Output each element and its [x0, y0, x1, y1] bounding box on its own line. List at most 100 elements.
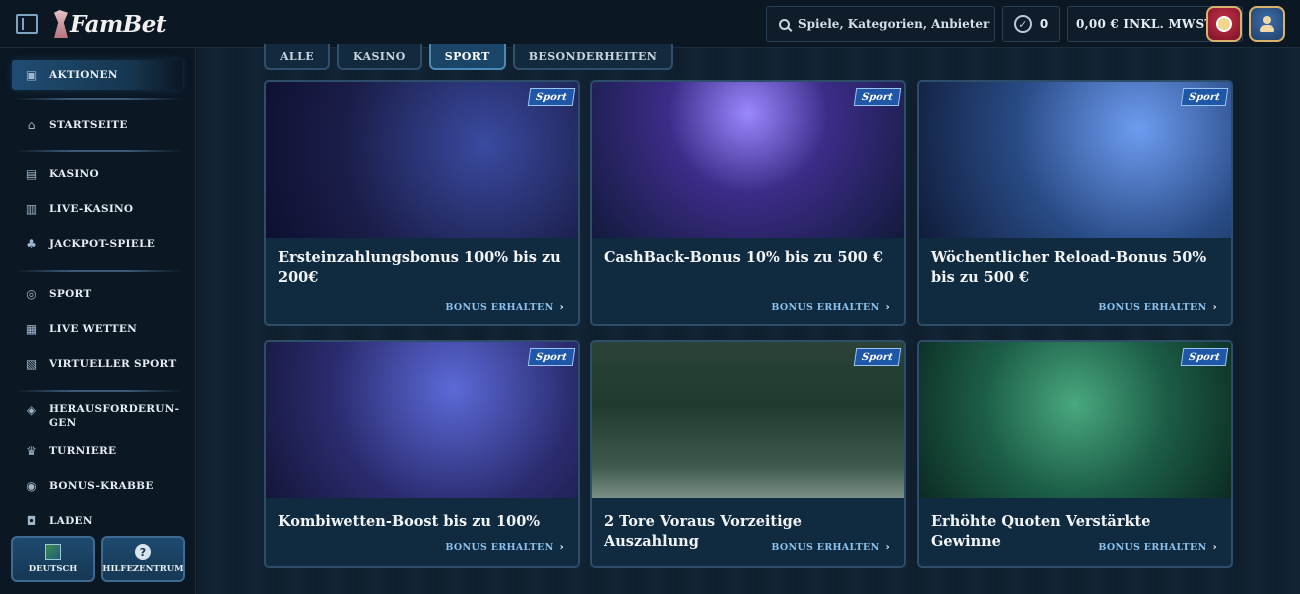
category-tabs: ALLE KASINO SPORT BESONDERHEITEN	[264, 44, 674, 70]
gift-icon: ▣	[25, 68, 38, 82]
sport-badge: Sport	[527, 88, 576, 106]
sidebar-item-sport[interactable]: ◎ SPORT	[12, 279, 182, 309]
chevron-right-icon: ›	[559, 542, 564, 553]
balance-text: 0,00 € INKL. MWST.	[1076, 17, 1217, 31]
challenge-icon: ◈	[26, 402, 37, 417]
cta-label: BONUS ERHALTEN	[771, 542, 880, 553]
promo-title: CashBack-Bonus 10% bis zu 500 €	[604, 249, 883, 266]
language-button[interactable]: DEUTSCH	[11, 536, 95, 582]
sidebar-item-startseite[interactable]: ⌂ STARTSEITE	[12, 110, 182, 140]
language-label: DEUTSCH	[28, 564, 78, 574]
virtual-icon: ▧	[25, 357, 38, 371]
live-icon: ▦	[25, 322, 38, 336]
get-bonus-link[interactable]: BONUS ERHALTEN ›	[771, 542, 890, 553]
sidebar-item-label: LIVE-KASINO	[49, 203, 134, 215]
divider	[14, 98, 182, 100]
sport-badge: Sport	[1180, 88, 1229, 106]
sidebar-item-label: LIVE WETTEN	[49, 323, 138, 335]
sidebar-item-label: HERAUSFORDERUN-GEN	[49, 403, 180, 429]
sidebar-item-laden[interactable]: ◘ LADEN	[12, 506, 182, 536]
avatar[interactable]	[1249, 6, 1285, 42]
promo-card[interactable]: Sport Erhöhte Quoten Verstärkte Gewinne …	[917, 340, 1233, 568]
promo-card[interactable]: Sport 2 Tore Voraus Vorzeitige Auszahlun…	[590, 340, 906, 568]
sport-badge: Sport	[853, 88, 902, 106]
sidebar-item-label: STARTSEITE	[49, 119, 128, 131]
chevron-right-icon: ›	[885, 302, 890, 313]
promo-card[interactable]: Sport Wöchentlicher Reload-Bonus 50% bis…	[917, 80, 1233, 326]
sidebar-item-live-wetten[interactable]: ▦ LIVE WETTEN	[12, 314, 182, 344]
check-circle-icon: ✓	[1013, 15, 1032, 33]
divider	[14, 150, 182, 152]
sidebar-item-label: KASINO	[49, 168, 99, 180]
promo-card[interactable]: Sport Ersteinzahlungsbonus 100% bis zu 2…	[264, 80, 580, 326]
ball-icon: ◎	[26, 287, 37, 301]
bet-counter-button[interactable]: ✓ 0	[1002, 6, 1060, 42]
promo-title: Wöchentlicher Reload-Bonus 50% bis zu 50…	[931, 249, 1207, 286]
slot-machine-icon: ▤	[25, 167, 38, 181]
sidebar-item-label: AKTIONEN	[49, 69, 118, 81]
sidebar-item-label: BONUS-KRABBE	[49, 480, 154, 492]
deposit-button[interactable]	[1206, 6, 1242, 42]
card-icon: ▥	[25, 202, 38, 216]
trophy-icon: ♛	[26, 444, 37, 458]
sidebar-item-label: VIRTUELLER SPORT	[49, 358, 177, 370]
help-center-button[interactable]: ? HILFEZENTRUM	[101, 536, 185, 582]
top-header: FamBet Spiele, Kategorien, Anbieter ✓ 0 …	[0, 0, 1300, 48]
search-placeholder: Spiele, Kategorien, Anbieter	[798, 17, 990, 31]
promo-title: Kombiwetten-Boost bis zu 100%	[278, 513, 541, 530]
sidebar-item-virtueller-sport[interactable]: ▧ VIRTUELLER SPORT	[12, 349, 182, 379]
get-bonus-link[interactable]: BONUS ERHALTEN ›	[771, 302, 890, 313]
logo-text: FamBet	[70, 10, 167, 38]
sidebar-item-herausforderungen[interactable]: ◈ HERAUSFORDERUN-GEN	[12, 399, 182, 439]
bet-count: 0	[1039, 17, 1049, 31]
chevron-right-icon: ›	[1212, 542, 1217, 553]
get-bonus-link[interactable]: BONUS ERHALTEN ›	[1098, 302, 1217, 313]
help-label: HILFEZENTRUM	[102, 564, 184, 574]
clover-icon: ♣	[26, 237, 37, 251]
sidebar-item-kasino[interactable]: ▤ KASINO	[12, 159, 182, 189]
sidebar-item-aktionen[interactable]: ▣ AKTIONEN	[12, 60, 182, 90]
help-icon: ?	[135, 544, 151, 560]
coin-icon	[1216, 16, 1232, 32]
sport-badge: Sport	[1180, 348, 1229, 366]
sidebar-item-bonus-krabbe[interactable]: ◉ BONUS-KRABBE	[12, 471, 182, 501]
sidebar-toggle-icon[interactable]	[16, 14, 38, 34]
divider	[14, 270, 182, 272]
cta-label: BONUS ERHALTEN	[1098, 302, 1207, 313]
get-bonus-link[interactable]: BONUS ERHALTEN ›	[445, 302, 564, 313]
tab-kasino[interactable]: KASINO	[337, 44, 422, 70]
sidebar: ▣ AKTIONEN ⌂ STARTSEITE ▤ KASINO ▥ LIVE-…	[0, 48, 196, 594]
home-icon: ⌂	[27, 118, 36, 132]
crab-icon: ◉	[26, 479, 37, 493]
get-bonus-link[interactable]: BONUS ERHALTEN ›	[445, 542, 564, 553]
logo-mark-icon	[54, 10, 68, 38]
sidebar-item-label: SPORT	[49, 288, 92, 300]
search-input[interactable]: Spiele, Kategorien, Anbieter	[766, 6, 995, 42]
tab-sport[interactable]: SPORT	[428, 44, 506, 70]
sidebar-item-label: LADEN	[49, 515, 93, 527]
logo[interactable]: FamBet	[54, 8, 167, 40]
sport-badge: Sport	[527, 348, 576, 366]
cta-label: BONUS ERHALTEN	[445, 302, 554, 313]
promo-card[interactable]: Sport CashBack-Bonus 10% bis zu 500 € BO…	[590, 80, 906, 326]
get-bonus-link[interactable]: BONUS ERHALTEN ›	[1098, 542, 1217, 553]
search-icon	[779, 18, 790, 30]
cta-label: BONUS ERHALTEN	[445, 542, 554, 553]
chevron-right-icon: ›	[1212, 302, 1217, 313]
cta-label: BONUS ERHALTEN	[1098, 542, 1207, 553]
cta-label: BONUS ERHALTEN	[771, 302, 880, 313]
promo-card[interactable]: Sport Kombiwetten-Boost bis zu 100% BONU…	[264, 340, 580, 568]
promo-title: Ersteinzahlungsbonus 100% bis zu 200€	[278, 249, 561, 286]
sidebar-item-turniere[interactable]: ♛ TURNIERE	[12, 436, 182, 466]
sidebar-item-label: JACKPOT-SPIELE	[49, 238, 156, 250]
sidebar-item-jackpot-spiele[interactable]: ♣ JACKPOT-SPIELE	[12, 229, 182, 259]
globe-icon	[45, 544, 61, 560]
user-icon	[1260, 16, 1274, 32]
sidebar-item-label: TURNIERE	[49, 445, 117, 457]
divider	[14, 390, 182, 392]
tab-alle[interactable]: ALLE	[264, 44, 330, 70]
tab-besonderheiten[interactable]: BESONDERHEITEN	[512, 44, 674, 70]
chevron-right-icon: ›	[885, 542, 890, 553]
chevron-right-icon: ›	[559, 302, 564, 313]
sidebar-item-live-kasino[interactable]: ▥ LIVE-KASINO	[12, 194, 182, 224]
